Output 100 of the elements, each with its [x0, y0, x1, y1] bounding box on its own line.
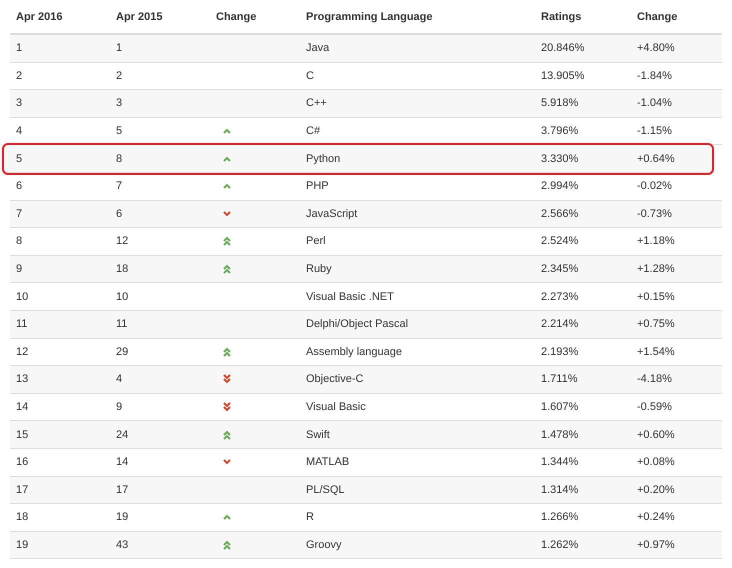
table-cell-text: Assembly language [305, 346, 404, 358]
table-cell-text: 6 [115, 208, 124, 220]
column-header: Ratings [540, 10, 582, 22]
table-cell-text: 18 [115, 263, 130, 276]
table-cell-text: 9 [115, 401, 124, 414]
table-cell-text: Swift [305, 428, 331, 441]
table-cell-text: 1.314% [540, 484, 580, 496]
table-cell-text: 8 [115, 152, 124, 165]
table-cell-text: 14 [15, 401, 30, 414]
table-cell-text: 19 [15, 538, 30, 551]
table-cell-text: +0.60% [636, 428, 676, 441]
table-cell-text: +1.18% [636, 235, 676, 248]
table-cell-text: 3 [115, 97, 124, 110]
table-cell-text: 1.607% [540, 401, 580, 414]
table-cell-text: +1.28% [636, 263, 676, 276]
table-cell-text: 13 [15, 373, 30, 386]
table-cell-text: 2.994% [540, 180, 580, 192]
table-cell-text: 2.566% [540, 208, 580, 220]
table-cell-text: 1.344% [540, 456, 580, 468]
table-cell-text: 1 [115, 42, 124, 54]
table-cell-text: 20.846% [540, 42, 586, 54]
table-cell-text: 2.524% [540, 235, 580, 248]
table-cell-text: Ruby [305, 263, 333, 276]
table-cell-text: 17 [15, 484, 30, 496]
table-cell-text: Python [305, 152, 342, 165]
table-cell-text: PHP [305, 180, 330, 192]
table-cell-text: 2.214% [540, 318, 580, 330]
table-cell-text: PL/SQL [305, 484, 346, 496]
table-cell-text: +0.75% [636, 318, 676, 330]
table-cell-text: 3.330% [540, 152, 580, 165]
table-cell-text: 1.266% [540, 511, 580, 524]
table-cell-text: 2 [115, 70, 124, 82]
table-cell-text: -1.84% [636, 70, 673, 82]
table-cell-text: -0.59% [636, 401, 673, 414]
table-cell-text: 17 [115, 484, 130, 496]
table-cell-text: -0.73% [636, 208, 673, 220]
table-cell-text: 1.711% [540, 373, 578, 386]
table-cell-text: Visual Basic [305, 401, 367, 414]
table-cell-text: -1.04% [636, 97, 673, 110]
table-cell-text: 43 [115, 538, 130, 551]
table-cell-text: 7 [115, 180, 124, 192]
column-header: Apr 2016 [15, 10, 64, 22]
table-cell-text: 1 [15, 42, 24, 54]
table-cell-text: 1.262% [540, 538, 580, 551]
table-cell-text: 12 [115, 235, 130, 248]
table-cell-text: +4.80% [636, 42, 676, 54]
table-cell-text: 8 [15, 235, 24, 248]
table-cell-text: 7 [15, 208, 24, 220]
table-cell-text: Visual Basic .NET [305, 290, 395, 303]
table-cell-text: 24 [115, 428, 130, 441]
table-cell-text: C# [305, 125, 322, 138]
table-cell-text: 13.905% [540, 70, 586, 82]
table-cell-text: 18 [15, 511, 30, 524]
table-cell-text: JavaScript [305, 208, 358, 220]
table-cell-text: 29 [115, 346, 130, 358]
table-cell-text: Groovy [305, 538, 342, 551]
table-cell-text: 16 [15, 456, 30, 468]
table-cell-text: +0.15% [636, 290, 676, 303]
table-cell-text: 15 [15, 428, 30, 441]
table-cell-text: 14 [115, 456, 130, 468]
column-header: Programming Language [305, 10, 434, 22]
table-cell-text: 19 [115, 511, 130, 524]
table-cell-text: 12 [15, 346, 30, 358]
column-header: Change [636, 10, 678, 22]
table-cell-text: 5 [115, 125, 124, 138]
table-cell-text: MATLAB [305, 456, 350, 468]
table-cell-text: -1.15% [636, 125, 673, 138]
table-cell-text: 4 [15, 125, 24, 138]
table-cell-text: -4.18% [636, 373, 673, 386]
column-header: Apr 2015 [115, 10, 164, 22]
table-cell-text: +0.08% [636, 456, 676, 468]
column-header: Change [215, 10, 258, 22]
table-cell-text: 5 [15, 152, 24, 165]
table-cell-text: 3 [15, 97, 24, 110]
table-cell-text: 5.918% [540, 97, 580, 110]
table-cell-text: +0.64% [636, 152, 676, 165]
table-cell-text: 2.273% [540, 290, 580, 303]
table-cell-text: 2.193% [540, 346, 580, 358]
table-cell-text: +0.24% [636, 511, 676, 524]
table-cell-text: 3.796% [540, 125, 580, 138]
table-cell-text: +0.20% [636, 484, 676, 496]
table-cell-text: R [305, 511, 315, 524]
table-cell-text: 1.478% [540, 428, 580, 441]
table-cell-text: 11 [115, 318, 128, 330]
table-cell-text: Perl [305, 235, 327, 248]
table-cell-text: C [305, 70, 315, 82]
table-cell-text: 10 [15, 290, 30, 303]
table-cell-text: 6 [15, 180, 24, 192]
table-cell-text: Java [305, 42, 330, 54]
table-cell-text: 4 [115, 373, 124, 386]
table-cell-text: 10 [115, 290, 130, 303]
table-cell-text: 2.345% [540, 263, 580, 276]
table-cell-text: +1.54% [636, 346, 676, 358]
table-cell-text: C++ [305, 97, 328, 110]
table-cell-text: 9 [15, 263, 24, 276]
table-cell-text: Objective-C [305, 373, 364, 386]
table-cell-text: +0.97% [636, 538, 676, 551]
table-cell-text: 11 [15, 318, 28, 330]
table-cell-text: 2 [15, 70, 24, 82]
table-cell-text: -0.02% [636, 180, 673, 192]
